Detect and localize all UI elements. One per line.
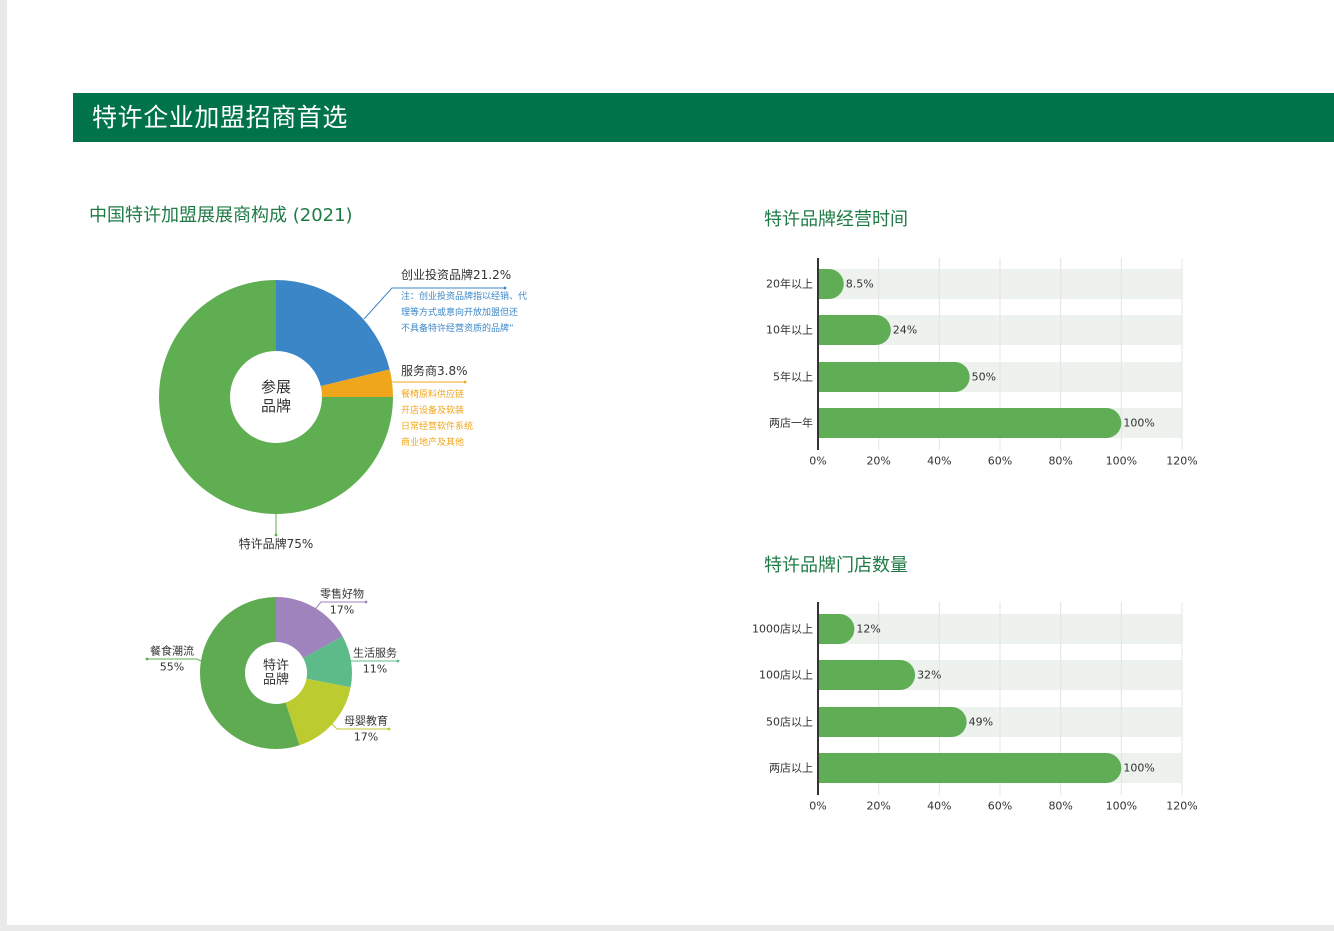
charts-canvas: 参展品牌创业投资品牌21.2%注：创业投资品牌指以经销、代理等方式或意向开放加盟…	[145, 258, 1198, 813]
pie1-slice-note: 日常经营软件系统	[401, 420, 473, 432]
operation-time-tick-label: 80%	[1048, 455, 1072, 468]
pie1-slice-label: 特许品牌75%	[239, 536, 314, 551]
store-count-category-label: 50店以上	[766, 715, 813, 729]
pie1-slice-label: 创业投资品牌21.2%	[401, 267, 511, 282]
store-count-value-label: 100%	[1123, 762, 1154, 775]
operation-time-bar	[818, 315, 891, 345]
pie2-slice-value: 17%	[330, 604, 354, 617]
operation-time-tick-label: 60%	[988, 455, 1012, 468]
store-count-bar	[818, 753, 1122, 783]
pie1-slice-1	[276, 280, 390, 387]
operation-time-value-label: 24%	[893, 324, 917, 337]
store-count-category-label: 两店以上	[769, 761, 813, 775]
operation-time-tick-label: 20%	[866, 455, 890, 468]
store-count-tick-label: 100%	[1106, 800, 1137, 813]
store-count-tick-label: 20%	[866, 800, 890, 813]
store-count-value-label: 49%	[969, 716, 993, 729]
store-count-bar	[818, 660, 916, 690]
pie2-slice-name: 母婴教育	[344, 714, 388, 728]
store-count-bar	[818, 614, 855, 644]
operation-time-value-label: 100%	[1123, 417, 1154, 430]
operation-time-tick-label: 100%	[1106, 455, 1137, 468]
store-count-tick-label: 120%	[1166, 800, 1197, 813]
operation-time-category-label: 20年以上	[766, 277, 813, 291]
pie1-slice-note: 开店设备及软装	[401, 404, 464, 416]
pie1-leader-dot	[503, 286, 507, 290]
pie2-leader-dot	[387, 727, 391, 731]
store-count-value-label: 12%	[856, 623, 880, 636]
operation-time-tick-label: 0%	[809, 455, 826, 468]
pie1-leader-dot	[274, 533, 278, 537]
pie2-leader-dot	[364, 600, 368, 604]
operation-time-category-label: 5年以上	[773, 370, 813, 384]
store-count-category-label: 1000店以上	[752, 622, 813, 636]
operation-time-bar	[818, 408, 1122, 438]
pie2-slice-name: 零售好物	[320, 587, 364, 601]
operation-time-value-label: 50%	[972, 371, 996, 384]
store-count-tick-label: 60%	[988, 800, 1012, 813]
operation-time-tick-label: 40%	[927, 455, 951, 468]
pie2-center-label: 特许	[263, 659, 289, 674]
pie1-leader-dot	[463, 380, 467, 384]
pie1-slice-note: 餐椅原料供应链	[401, 388, 464, 400]
store-count-bar	[818, 707, 967, 737]
pie1-slice-label: 服务商3.8%	[401, 363, 468, 378]
store-count-value-label: 32%	[917, 669, 941, 682]
operation-time-value-label: 8.5%	[846, 278, 874, 291]
operation-time-category-label: 10年以上	[766, 323, 813, 337]
store-count-tick-label: 40%	[927, 800, 951, 813]
pie2-leader-dot	[396, 659, 400, 663]
pie2-leader-dot	[145, 657, 149, 661]
pie1-center-label: 参展	[261, 378, 291, 396]
operation-time-bar	[818, 362, 970, 392]
pie2-slice-value: 11%	[363, 663, 387, 676]
pie2-slice-name: 餐食潮流	[150, 644, 194, 658]
operation-time-tick-label: 120%	[1166, 455, 1197, 468]
pie2-slice-value: 17%	[354, 731, 378, 744]
pie2-center-label: 品牌	[263, 672, 289, 688]
pie1-slice-note: 不具备特许经营资质的品牌”	[401, 322, 514, 334]
pie2-slice-value: 55%	[160, 661, 184, 674]
pie1-slice-note: 注：创业投资品牌指以经销、代	[401, 290, 527, 302]
pie1-center-label: 品牌	[261, 397, 291, 415]
pie1-slice-note: 商业地产及其他	[401, 436, 464, 448]
store-count-tick-label: 80%	[1048, 800, 1072, 813]
store-count-tick-label: 0%	[809, 800, 826, 813]
pie2-slice-name: 生活服务	[353, 646, 397, 660]
pie1-slice-note: 理等方式或意向开放加盟但还	[401, 306, 518, 318]
operation-time-category-label: 两店一年	[769, 416, 813, 430]
store-count-category-label: 100店以上	[759, 668, 813, 682]
